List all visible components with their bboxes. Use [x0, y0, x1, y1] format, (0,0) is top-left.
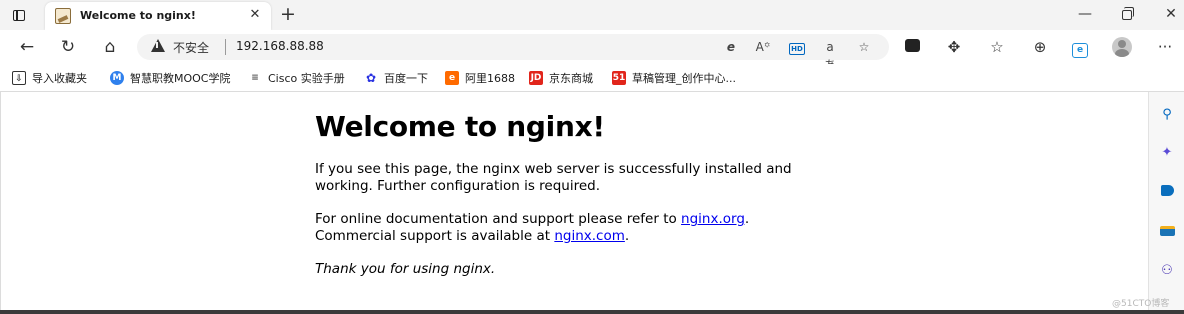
commercial-text: Commercial support is available at	[315, 228, 555, 244]
extensions-puzzle-icon[interactable]: ✥	[942, 36, 966, 58]
people-icon[interactable]: ⚇	[1158, 262, 1176, 280]
bookmark-label: Cisco 实验手册	[268, 72, 345, 85]
favorites-icon[interactable]: ☆	[985, 36, 1009, 58]
bookmark-label: 草稿管理_创作中心...	[632, 72, 736, 85]
back-button[interactable]: ←	[15, 36, 39, 58]
bookmark-item[interactable]: e 阿里1688	[445, 70, 515, 86]
nginx-com-link[interactable]: nginx.com	[554, 228, 625, 244]
thanks-text: Thank you for using nginx.	[315, 261, 496, 277]
close-window-button[interactable]: ✕	[1158, 4, 1184, 26]
minimize-button[interactable]: —	[1072, 4, 1098, 26]
edge-app-icon[interactable]: e	[1068, 36, 1092, 58]
alibaba-icon: e	[445, 71, 459, 85]
extension-app-icon[interactable]	[900, 36, 924, 58]
favicon-icon	[55, 8, 71, 24]
edge-sidebar: ⚲ ✦ ⚇	[1148, 92, 1184, 310]
bookmark-item[interactable]: ≡ Cisco 实验手册	[248, 70, 345, 86]
restore-icon	[1122, 7, 1134, 20]
watermark: @51CTO博客	[1112, 299, 1170, 309]
support-text: For online documentation and support ple…	[315, 211, 682, 227]
active-tab[interactable]: Welcome to nginx! ✕	[45, 2, 271, 30]
hd-video-icon[interactable]: HD	[788, 38, 806, 56]
tab-actions-button[interactable]	[8, 5, 30, 25]
favorite-star-icon[interactable]: ☆	[855, 38, 873, 56]
more-menu-icon[interactable]: ···	[1153, 36, 1177, 58]
window-bottom-edge	[0, 310, 1184, 314]
51cto-icon: 51	[612, 71, 626, 85]
bookmark-label: 京东商城	[549, 72, 593, 85]
translate-icon[interactable]: aあ	[821, 38, 839, 72]
warning-mark	[156, 42, 158, 48]
warning-icon	[151, 39, 165, 52]
copilot-sparkle-icon[interactable]: ✦	[1158, 144, 1176, 162]
bookmark-item[interactable]: JD 京东商城	[529, 70, 593, 86]
bookmark-item[interactable]: ⇩ 导入收藏夹	[12, 70, 87, 86]
ie-mode-icon[interactable]: e	[722, 38, 740, 56]
new-tab-button[interactable]: +	[277, 4, 299, 26]
mooc-logo-icon: M	[110, 71, 124, 85]
commercial-dot: .	[624, 228, 630, 244]
collections-icon[interactable]: ⊕	[1028, 36, 1052, 58]
bookmarks-bar: ⇩ 导入收藏夹 M 智慧职教MOOC学院 ≡ Cisco 实验手册 ✿ 百度一下 e 阿里1688…	[0, 64, 1184, 92]
bookmark-label: 智慧职教MOOC学院	[130, 72, 231, 85]
title-bar: Welcome to nginx! ✕ + — ✕	[0, 0, 1184, 30]
bookmark-label: 百度一下	[384, 72, 428, 85]
intro-paragraph: If you see this page, the nginx web serv…	[315, 161, 792, 194]
read-aloud-icon[interactable]: A꙳	[754, 38, 772, 56]
bookmark-item[interactable]: 51 草稿管理_创作中心...	[612, 70, 736, 86]
baidu-paw-icon: ✿	[365, 71, 377, 85]
support-paragraph: For online documentation and support ple…	[315, 211, 795, 245]
bookmark-label: 导入收藏夹	[32, 72, 87, 85]
shopping-tag-icon[interactable]	[1158, 184, 1176, 202]
import-icon: ⇩	[12, 71, 26, 85]
address-separator	[225, 39, 226, 55]
search-icon[interactable]: ⚲	[1158, 106, 1176, 124]
profile-avatar[interactable]	[1112, 37, 1132, 57]
tab-actions-icon	[13, 9, 25, 21]
tab-title: Welcome to nginx!	[80, 9, 196, 22]
address-bar[interactable]: 不安全 192.168.88.88 e A꙳ HD aあ ☆	[137, 34, 889, 72]
bookmark-label: 阿里1688	[465, 72, 515, 85]
home-button[interactable]: ⌂	[98, 36, 122, 58]
page-viewport: Welcome to nginx! If you see this page, …	[0, 92, 1148, 310]
nginx-org-link[interactable]: nginx.org	[681, 211, 745, 227]
restore-button[interactable]	[1114, 4, 1140, 26]
bookmark-item[interactable]: ✿ 百度一下	[364, 70, 428, 86]
nginx-welcome-content: Welcome to nginx! If you see this page, …	[315, 110, 795, 294]
bookmark-item[interactable]: M 智慧职教MOOC学院	[110, 70, 231, 86]
navigation-toolbar: ← ↻ ⌂ 不安全 192.168.88.88 e A꙳ HD aあ ☆ ✥ ☆…	[0, 30, 1184, 72]
page-title: Welcome to nginx!	[315, 110, 605, 143]
tools-briefcase-icon[interactable]	[1158, 224, 1176, 242]
security-label[interactable]: 不安全	[173, 39, 209, 56]
reload-button[interactable]: ↻	[56, 36, 80, 58]
url-text[interactable]: 192.168.88.88	[236, 39, 324, 53]
tab-close-icon[interactable]: ✕	[247, 7, 263, 23]
cisco-icon: ≡	[251, 73, 259, 83]
jd-icon: JD	[529, 71, 543, 85]
support-dot: .	[744, 211, 750, 227]
